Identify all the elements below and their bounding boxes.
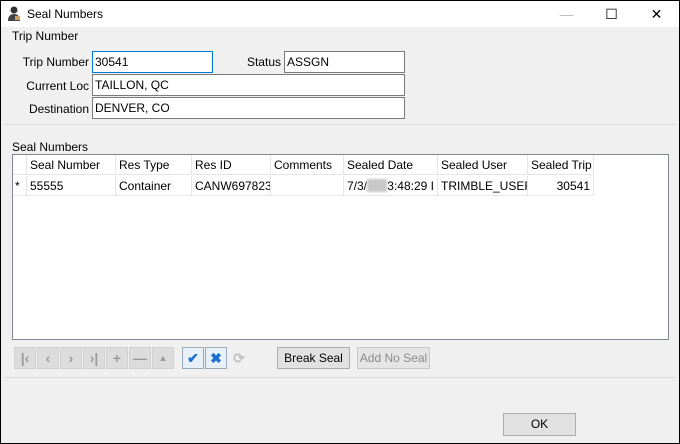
delete-icon[interactable]: — (129, 347, 151, 369)
sealed-date-time: 3:48:29 I (387, 179, 434, 193)
next-icon[interactable]: › (60, 347, 82, 369)
column-header[interactable]: Seal Number (27, 155, 116, 175)
column-header[interactable]: Res ID (192, 155, 271, 175)
seal-number-cell[interactable]: 55555 (27, 176, 116, 196)
trip-group-title: Trip Number (12, 29, 79, 43)
close-button[interactable]: ✕ (634, 1, 679, 27)
ok-button[interactable]: OK (503, 413, 576, 436)
status-field[interactable]: ASSGN (284, 51, 405, 73)
sealed-user-cell[interactable]: TRIMBLE_USER2 (438, 176, 528, 196)
trip-number-label: Trip Number (22, 55, 89, 69)
user-seal-icon (7, 6, 21, 21)
window-title: Seal Numbers (27, 7, 104, 21)
seal-group-title: Seal Numbers (12, 140, 89, 154)
seal-grid[interactable]: Seal Number Res Type Res ID Comments Sea… (12, 154, 669, 340)
minimize-button[interactable]: — (544, 1, 589, 27)
header-marker (13, 155, 27, 175)
cancel-icon[interactable]: ✖ (205, 347, 227, 369)
seal-numbers-window: Seal Numbers — ☐ ✕ Trip Number Trip Numb… (1, 1, 679, 443)
add-no-seal-button[interactable]: Add No Seal (357, 347, 430, 369)
comments-cell[interactable] (271, 176, 344, 196)
column-header[interactable]: Sealed Date (344, 155, 438, 175)
grid-header: Seal Number Res Type Res ID Comments Sea… (13, 155, 594, 175)
divider (5, 377, 675, 378)
sealed-date-cell[interactable]: 7/3/ 3:48:29 I (344, 176, 438, 196)
status-label: Status (246, 55, 281, 69)
current-loc-label: Current Loc (26, 79, 89, 93)
column-header[interactable]: Res Type (116, 155, 192, 175)
column-header[interactable]: Sealed User (438, 155, 528, 175)
res-id-cell[interactable]: CANW697823 (192, 176, 271, 196)
maximize-button[interactable]: ☐ (589, 1, 634, 27)
up-icon[interactable]: ▲ (152, 347, 174, 369)
title-bar: Seal Numbers — ☐ ✕ (1, 1, 679, 27)
trip-number-input[interactable]: 30541 (92, 51, 213, 73)
row-marker: * (13, 176, 27, 196)
first-icon[interactable]: |‹ (14, 347, 36, 369)
res-type-cell[interactable]: Container (116, 176, 192, 196)
table-row[interactable]: * 55555 Container CANW697823 7/3/ 3:48:2… (13, 176, 594, 196)
destination-label: Destination (28, 102, 89, 116)
sealed-date-prefix: 7/3/ (347, 179, 368, 193)
refresh-icon[interactable]: ⟳ (228, 347, 250, 369)
column-header[interactable]: Comments (271, 155, 344, 175)
prev-icon[interactable]: ‹ (37, 347, 59, 369)
destination-field[interactable]: DENVER, CO (92, 97, 405, 119)
current-loc-field[interactable]: TAILLON, QC (92, 74, 405, 96)
break-seal-button[interactable]: Break Seal (277, 347, 350, 369)
check-icon[interactable]: ✔ (182, 347, 204, 369)
add-icon[interactable]: + (106, 347, 128, 369)
column-header[interactable]: Sealed Trip (528, 155, 594, 175)
last-icon[interactable]: ›| (83, 347, 105, 369)
divider (5, 124, 675, 125)
redacted-blur (367, 179, 388, 192)
sealed-trip-cell[interactable]: 30541 (528, 176, 594, 196)
